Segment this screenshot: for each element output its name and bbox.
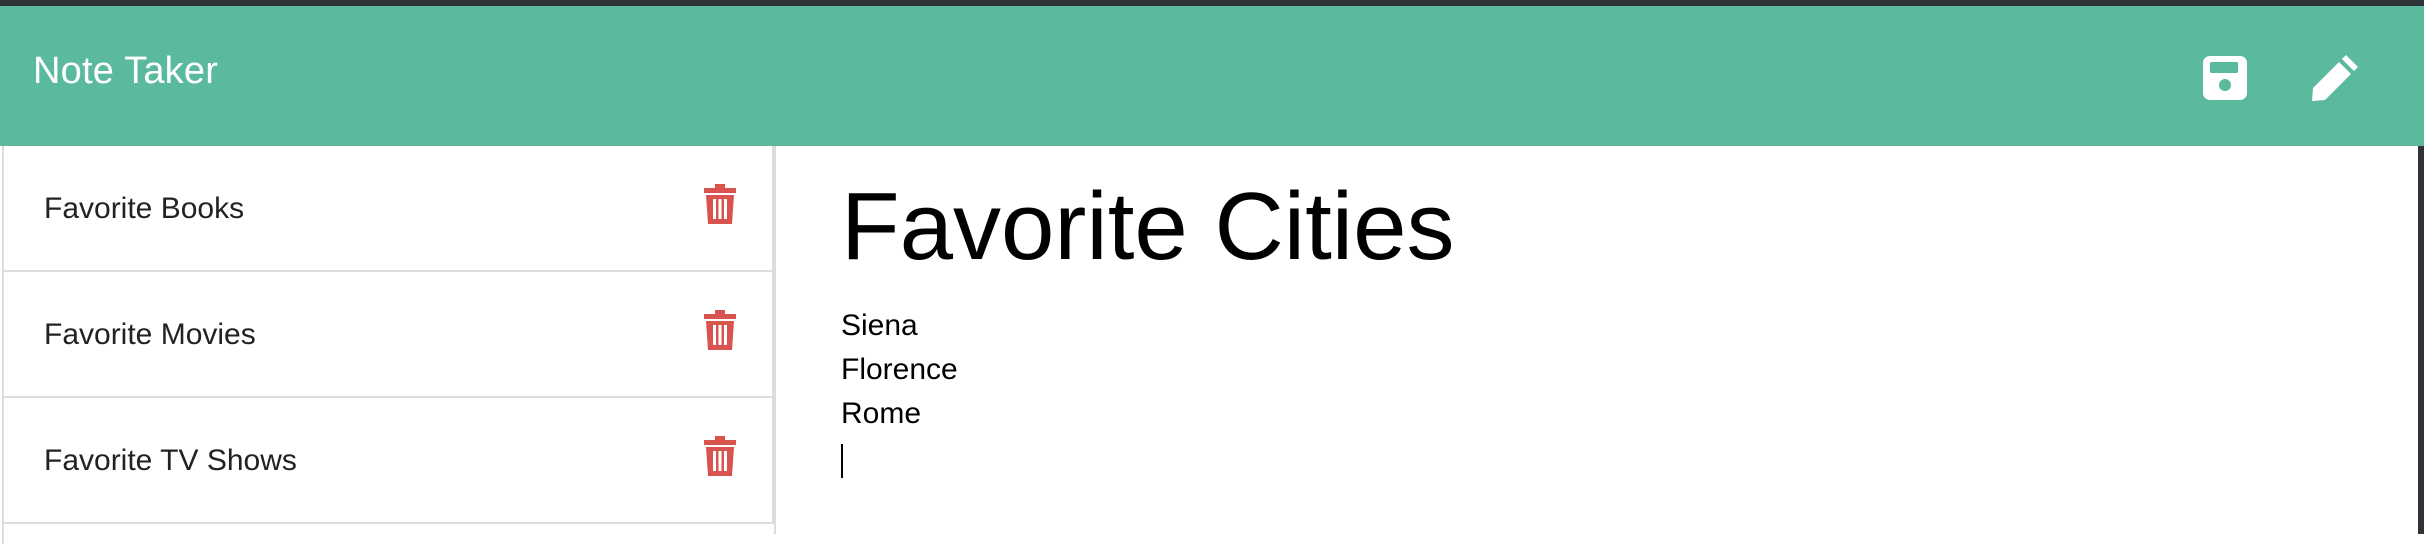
write-note-button[interactable]	[2305, 48, 2365, 108]
note-editor: Favorite Cities Siena Florence Rome	[776, 146, 2418, 534]
note-title-input[interactable]: Favorite Cities	[841, 172, 2241, 282]
note-title-label: Favorite Books	[44, 192, 245, 225]
app-title[interactable]: Note Taker	[33, 52, 218, 90]
note-text-line-current	[841, 436, 2241, 480]
list-item[interactable]: Favorite Books	[2, 146, 774, 272]
save-note-button[interactable]	[2195, 48, 2255, 108]
delete-note-button[interactable]	[704, 310, 744, 354]
delete-note-button[interactable]	[704, 436, 744, 480]
note-text-line: Siena	[841, 309, 918, 342]
note-text-line: Rome	[841, 397, 922, 430]
note-title-label: Favorite TV Shows	[44, 444, 297, 477]
note-text-line: Florence	[841, 353, 958, 386]
save-icon	[2203, 56, 2247, 100]
trash-icon	[704, 310, 736, 350]
list-item-partial	[2, 524, 774, 544]
trash-icon	[704, 184, 736, 224]
window-right-border	[2418, 146, 2424, 534]
delete-note-button[interactable]	[704, 184, 744, 228]
text-caret	[841, 444, 843, 479]
pencil-icon	[2312, 55, 2358, 101]
notes-list: Favorite Books Favorite Movies Favorite …	[0, 146, 776, 544]
list-item[interactable]: Favorite Movies	[2, 272, 774, 398]
note-textarea[interactable]: Siena Florence Rome	[841, 304, 2241, 480]
navbar: Note Taker	[0, 6, 2424, 146]
note-title-label: Favorite Movies	[44, 318, 256, 351]
list-item[interactable]: Favorite TV Shows	[2, 398, 774, 524]
trash-icon	[704, 436, 736, 476]
